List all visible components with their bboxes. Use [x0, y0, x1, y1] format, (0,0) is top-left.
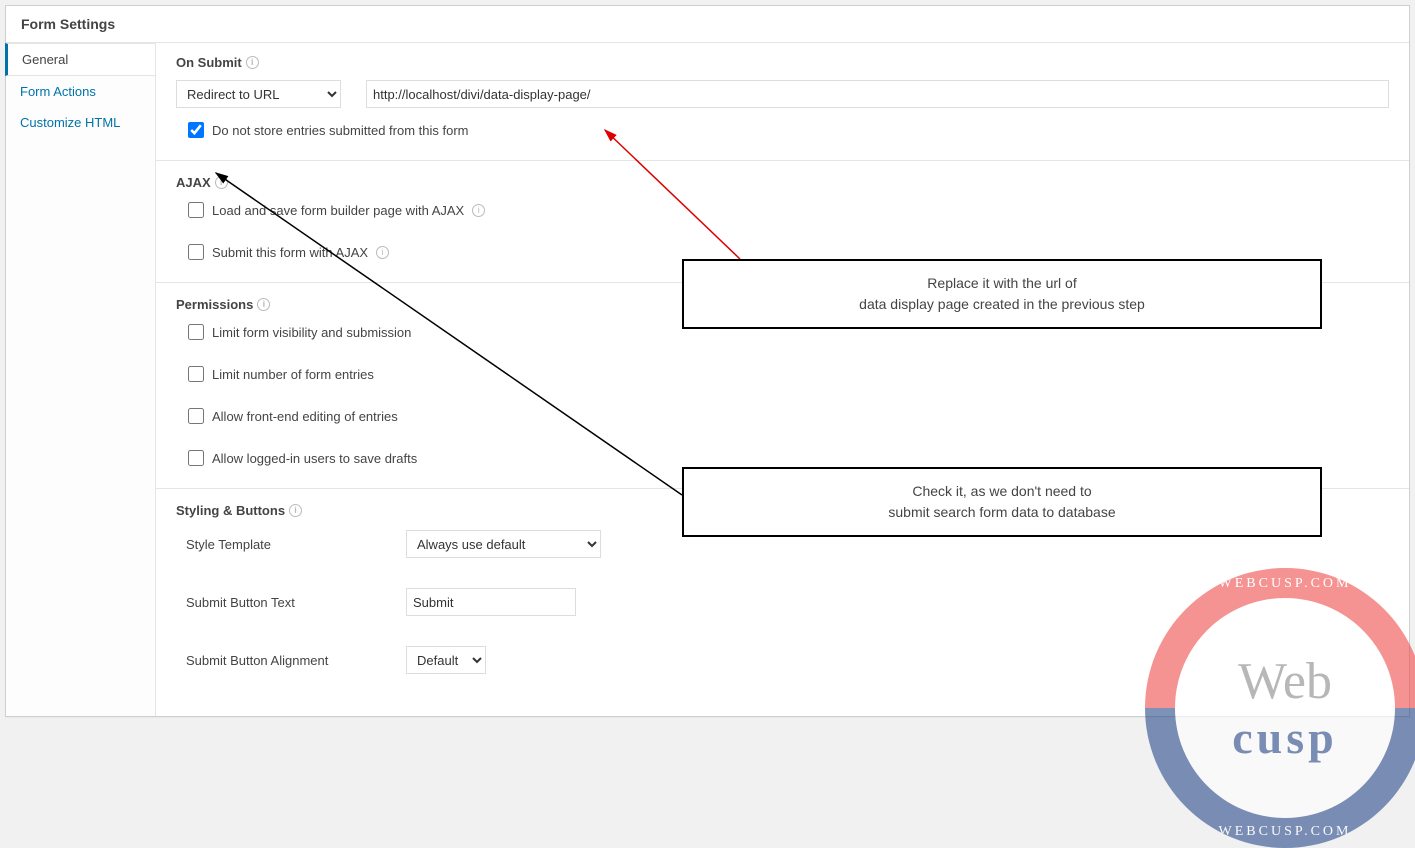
frontend-edit-checkbox[interactable]: [188, 408, 204, 424]
annotation-callout-checkbox: Check it, as we don't need to submit sea…: [682, 467, 1322, 537]
ajax-submit-label: Submit this form with AJAX: [212, 245, 368, 260]
ajax-label: AJAX: [176, 175, 211, 190]
watermark-brand-bottom: cusp: [1232, 711, 1337, 764]
tab-form-actions[interactable]: Form Actions: [6, 76, 155, 107]
info-icon[interactable]: i: [215, 176, 228, 189]
panel-title: Form Settings: [6, 6, 1409, 43]
permissions-label: Permissions: [176, 297, 253, 312]
watermark-brand-top: Web: [1238, 652, 1332, 711]
tab-customize-html[interactable]: Customize HTML: [6, 107, 155, 138]
no-store-label: Do not store entries submitted from this…: [212, 123, 468, 138]
limit-visibility-checkbox[interactable]: [188, 324, 204, 340]
submit-text-input[interactable]: [406, 588, 576, 616]
limit-visibility-label: Limit form visibility and submission: [212, 325, 411, 340]
watermark-logo: WEBCUSP.COM Web cusp WEBCUSP.COM: [1145, 568, 1415, 848]
info-icon[interactable]: i: [246, 56, 259, 69]
style-template-label: Style Template: [186, 537, 406, 552]
section-on-submit: On Submit i: [176, 55, 1389, 70]
ajax-load-label: Load and save form builder page with AJA…: [212, 203, 464, 218]
ajax-load-checkbox[interactable]: [188, 202, 204, 218]
settings-tabs: General Form Actions Customize HTML: [6, 43, 156, 716]
styling-label: Styling & Buttons: [176, 503, 285, 518]
frontend-edit-label: Allow front-end editing of entries: [212, 409, 398, 424]
ajax-load-row: Load and save form builder page with AJA…: [188, 202, 1389, 218]
save-drafts-label: Allow logged-in users to save drafts: [212, 451, 417, 466]
info-icon[interactable]: i: [289, 504, 302, 517]
submit-align-label: Submit Button Alignment: [186, 653, 406, 668]
on-submit-select[interactable]: Redirect to URL: [176, 80, 341, 108]
ajax-submit-row: Submit this form with AJAX i: [188, 244, 1389, 260]
frontend-edit-row: Allow front-end editing of entries: [188, 408, 1389, 424]
submit-align-select[interactable]: Default: [406, 646, 486, 674]
limit-entries-row: Limit number of form entries: [188, 366, 1389, 382]
annotation-callout-url: Replace it with the url of data display …: [682, 259, 1322, 329]
submit-text-label: Submit Button Text: [186, 595, 406, 610]
save-drafts-checkbox[interactable]: [188, 450, 204, 466]
info-icon[interactable]: i: [376, 246, 389, 259]
on-submit-row: Redirect to URL: [176, 80, 1389, 108]
limit-entries-label: Limit number of form entries: [212, 367, 374, 382]
divider: [156, 160, 1409, 161]
save-drafts-row: Allow logged-in users to save drafts: [188, 450, 1389, 466]
watermark-arc-top: WEBCUSP.COM: [1145, 576, 1415, 592]
info-icon[interactable]: i: [472, 204, 485, 217]
limit-entries-checkbox[interactable]: [188, 366, 204, 382]
redirect-url-input[interactable]: [366, 80, 1389, 108]
section-ajax: AJAX i: [176, 175, 1389, 190]
no-store-checkbox[interactable]: [188, 122, 204, 138]
info-icon[interactable]: i: [257, 298, 270, 311]
on-submit-label: On Submit: [176, 55, 242, 70]
no-store-row: Do not store entries submitted from this…: [188, 122, 1389, 138]
watermark-arc-bottom: WEBCUSP.COM: [1145, 824, 1415, 840]
tab-general[interactable]: General: [5, 43, 155, 76]
ajax-submit-checkbox[interactable]: [188, 244, 204, 260]
style-template-select[interactable]: Always use default: [406, 530, 601, 558]
